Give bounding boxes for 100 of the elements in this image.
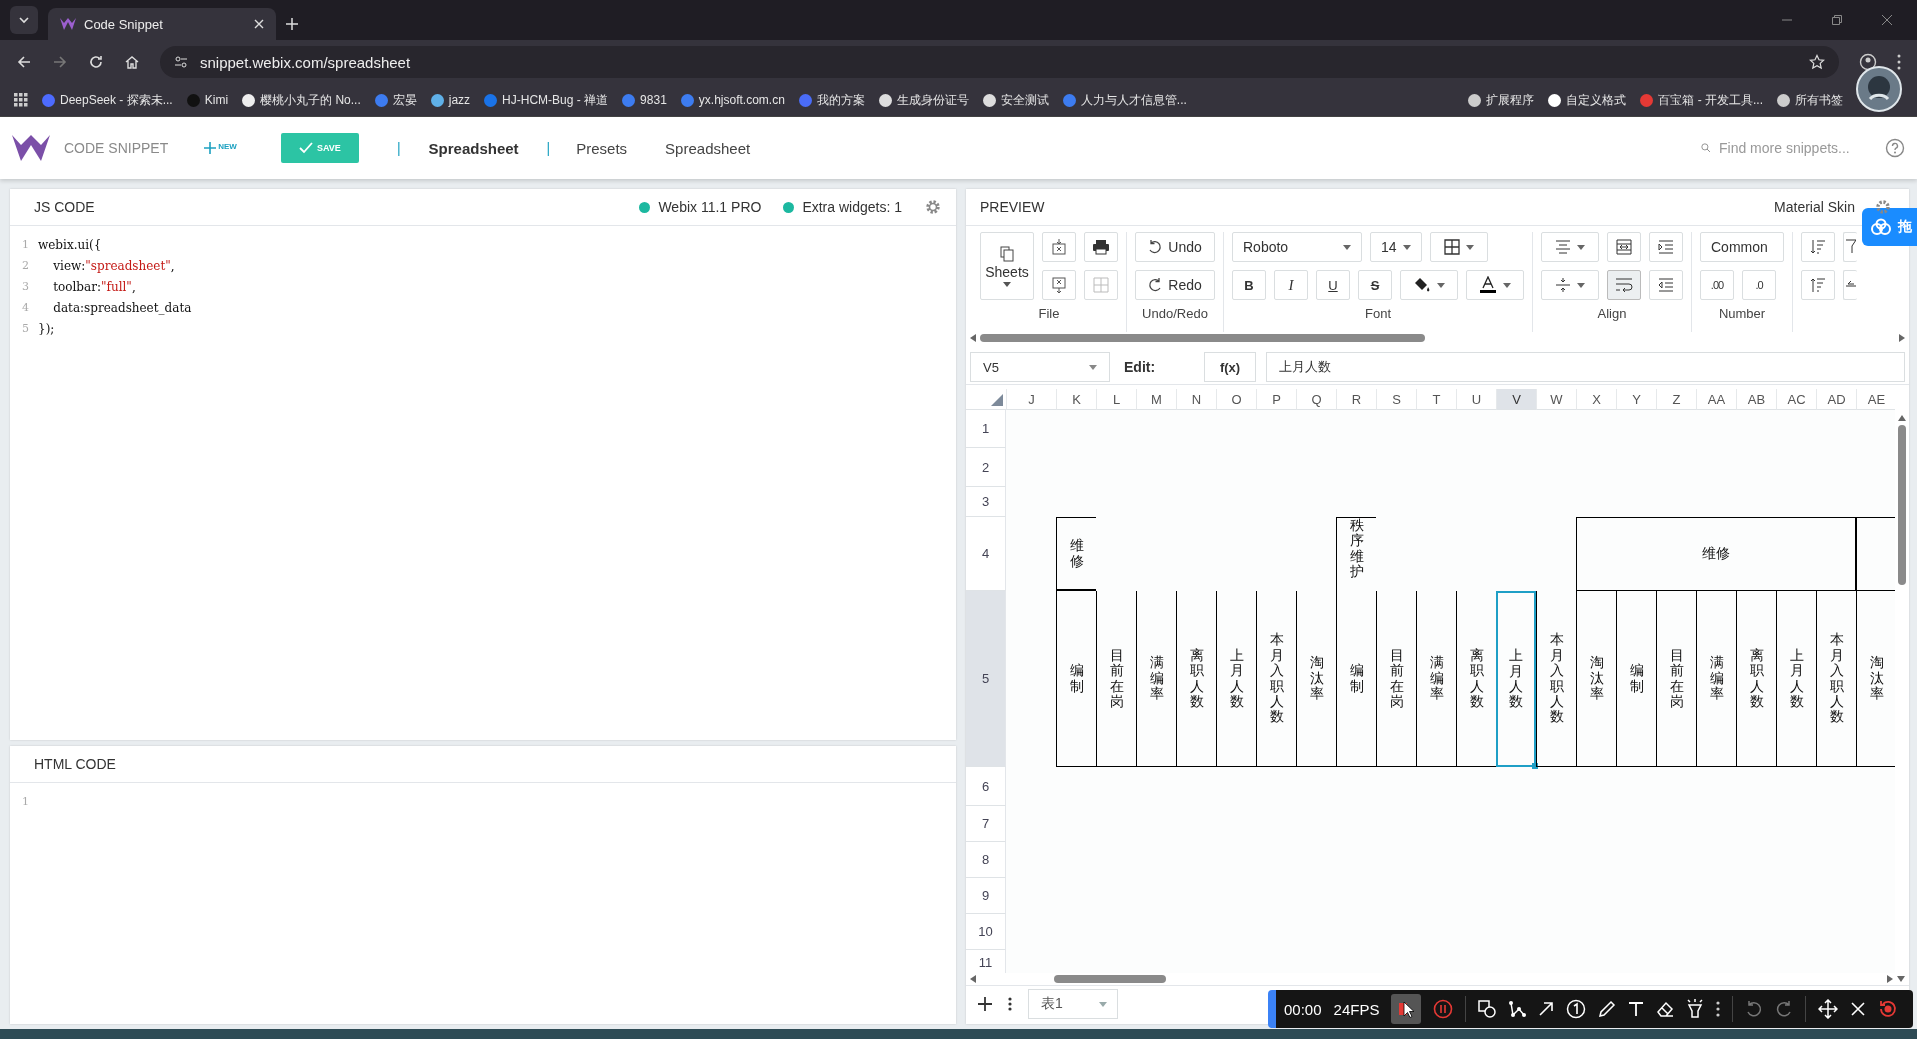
bookmark-link[interactable]: Kimi — [186, 93, 229, 107]
add-sheet-icon[interactable] — [978, 997, 992, 1011]
home-icon[interactable] — [124, 54, 140, 70]
recorder-avatar-icon[interactable] — [1856, 66, 1902, 112]
bookmark-link[interactable]: 安全测试 — [982, 91, 1049, 109]
table-cell[interactable]: 目前在岗 — [1656, 591, 1696, 767]
bookmark-link[interactable]: 宏晏 — [374, 91, 417, 109]
bookmark-link[interactable]: yx.hjsoft.com.cn — [680, 93, 785, 107]
scrollbar-thumb[interactable] — [1898, 425, 1906, 585]
row-header[interactable]: 9 — [966, 878, 1006, 914]
row-header[interactable]: 4 — [966, 517, 1006, 591]
browser-tab[interactable]: Code Snippet — [48, 8, 276, 40]
bookmark-link[interactable]: 我的方案 — [798, 91, 865, 109]
table-cell[interactable]: 离职人数 — [1176, 591, 1216, 767]
column-header[interactable]: AC — [1776, 389, 1816, 410]
column-header[interactable]: L — [1096, 389, 1136, 410]
bookmark-link[interactable]: 9831 — [622, 93, 667, 107]
bookmark-folder[interactable]: 所有书签 — [1777, 91, 1843, 109]
table-cell[interactable]: 目前在岗 — [1096, 591, 1136, 767]
table-cell[interactable]: 上月人数 — [1496, 591, 1536, 767]
undo-icon[interactable] — [1745, 1000, 1764, 1018]
strikethrough-button[interactable]: S — [1358, 270, 1392, 300]
row-header[interactable]: 5 — [966, 591, 1006, 767]
bookmark-link[interactable]: HJ-HCM-Bug - 禅道 — [484, 91, 609, 109]
nav-link[interactable]: Spreadsheet — [653, 139, 763, 157]
table-cell[interactable]: 维修 — [1056, 517, 1096, 591]
vertical-align-button[interactable] — [1541, 270, 1599, 300]
settings-icon[interactable] — [1874, 198, 1892, 216]
apps-icon[interactable] — [14, 93, 28, 107]
forward-icon[interactable] — [52, 54, 68, 70]
settings-icon[interactable] — [924, 198, 942, 216]
more-icon[interactable] — [1716, 1001, 1721, 1017]
table-cell[interactable]: 秩序维护 — [1336, 517, 1376, 591]
skin-label[interactable]: Material Skin — [1774, 199, 1855, 215]
move-icon[interactable] — [1818, 999, 1839, 1019]
restore-icon[interactable] — [1831, 14, 1843, 26]
table-cell[interactable]: 淘汰率 — [1576, 591, 1616, 767]
font-size-select[interactable]: 14 — [1370, 232, 1422, 262]
row-header[interactable]: 2 — [966, 448, 1006, 487]
table-cell[interactable]: 本月入职人数 — [1816, 591, 1856, 767]
sheet-tab[interactable]: 表1 — [1028, 989, 1118, 1019]
scrollbar-thumb[interactable] — [980, 334, 1425, 342]
redo-icon[interactable] — [1775, 1000, 1794, 1018]
bookmark-link[interactable]: 人力与人才信息管... — [1062, 91, 1187, 109]
column-header[interactable]: T — [1416, 389, 1456, 410]
merge-cells-button[interactable] — [1607, 232, 1641, 262]
column-header[interactable]: N — [1176, 389, 1216, 410]
bold-button[interactable]: B — [1232, 270, 1266, 300]
column-header[interactable]: Q — [1296, 389, 1336, 410]
scroll-right-icon[interactable] — [1899, 334, 1905, 342]
polyline-icon[interactable] — [1508, 1000, 1527, 1018]
text-tool-icon[interactable] — [1628, 1001, 1645, 1017]
table-cell[interactable]: 满编率 — [1136, 591, 1176, 767]
menu-icon[interactable] — [1897, 54, 1901, 70]
table-cell[interactable]: 离职人数 — [1736, 591, 1776, 767]
sheets-button[interactable]: Sheets — [980, 232, 1034, 300]
arrow-icon[interactable] — [1538, 1001, 1555, 1017]
table-cell[interactable]: 编制 — [1336, 591, 1376, 767]
number-marker-icon[interactable] — [1566, 999, 1587, 1019]
bookmark-link[interactable]: 樱桃小丸子的 No... — [242, 91, 361, 109]
column-header[interactable]: Y — [1616, 389, 1656, 410]
indent-button[interactable] — [1649, 232, 1683, 262]
text-color-button[interactable] — [1466, 270, 1524, 300]
tab-list-button[interactable] — [10, 6, 38, 34]
row-header[interactable]: 7 — [966, 806, 1006, 842]
undo-button[interactable]: Undo — [1135, 232, 1215, 262]
wrap-text-button[interactable] — [1607, 270, 1641, 300]
column-header[interactable]: AD — [1816, 389, 1856, 410]
bookmark-link[interactable]: 生成身份证号 — [878, 91, 969, 109]
table-cell[interactable]: 本月入职人数 — [1256, 591, 1296, 767]
table-cell[interactable]: 维修 — [1576, 517, 1856, 591]
column-header[interactable]: R — [1336, 389, 1376, 410]
version-label[interactable]: Webix 11.1 PRO — [658, 199, 762, 215]
column-header[interactable]: X — [1576, 389, 1616, 410]
fill-color-button[interactable] — [1400, 270, 1458, 300]
site-settings-icon[interactable] — [174, 55, 188, 69]
pencil-icon[interactable] — [1598, 1000, 1617, 1018]
bookmark-link[interactable]: jazz — [430, 93, 471, 107]
nav-link[interactable]: Spreadsheet — [414, 139, 533, 157]
table-cell[interactable]: 上月人数 — [1216, 591, 1256, 767]
table-cell[interactable]: 目前在岗 — [1376, 591, 1416, 767]
redo-button[interactable]: Redo — [1135, 270, 1215, 300]
row-header[interactable]: 6 — [966, 767, 1006, 806]
column-header[interactable]: U — [1456, 389, 1496, 410]
table-cell[interactable]: 编制 — [1056, 591, 1096, 767]
outdent-button[interactable] — [1649, 270, 1683, 300]
scroll-right-icon[interactable] — [1887, 975, 1893, 983]
sort-button[interactable] — [1801, 270, 1835, 300]
star-icon[interactable] — [1809, 54, 1825, 70]
table-cell[interactable]: 上月人数 — [1776, 591, 1816, 767]
nav-link[interactable]: Presets — [564, 139, 640, 157]
table-cell[interactable]: 淘汰率 — [1856, 591, 1895, 767]
font-select[interactable]: Roboto — [1232, 232, 1362, 262]
underline-button[interactable]: U — [1316, 270, 1350, 300]
profile-icon[interactable] — [1859, 53, 1877, 71]
table-cell[interactable]: 淘汰率 — [1296, 591, 1336, 767]
horizontal-align-button[interactable] — [1541, 232, 1599, 262]
bookmark-link[interactable]: 百宝箱 - 开发工具... — [1640, 91, 1763, 109]
column-header[interactable]: O — [1216, 389, 1256, 410]
table-cell[interactable]: 离职人数 — [1456, 591, 1496, 767]
